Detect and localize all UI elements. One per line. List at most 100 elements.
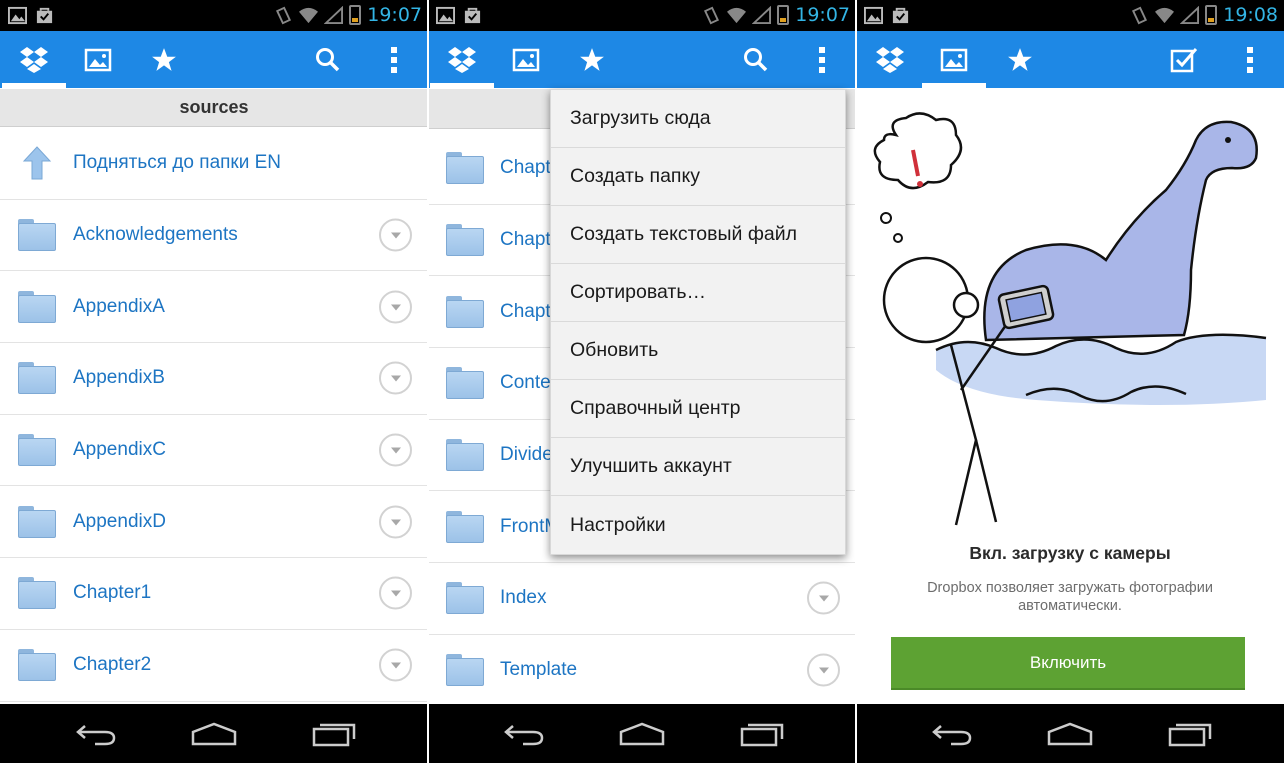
menu-item-help-center[interactable]: Справочный центр [551,380,845,438]
overflow-menu: Загрузить сюда Создать папку Создать тек… [550,89,846,555]
home-icon [191,722,237,746]
bag-notification-icon [36,7,53,24]
folder-icon [18,219,56,252]
action-bar [0,31,428,88]
enable-camera-upload-button[interactable]: Включить [891,637,1245,690]
overflow-menu-icon [391,46,397,73]
list-item[interactable]: AppendixA [0,271,428,344]
photos-icon [84,48,112,71]
menu-item-upgrade-account[interactable]: Улучшить аккаунт [551,438,845,496]
chevron-down-icon[interactable] [379,505,412,539]
tab-dropbox[interactable] [430,31,494,88]
home-button[interactable] [1040,714,1100,754]
chevron-down-icon[interactable] [379,290,412,324]
folder-name: Index [500,587,547,609]
tab-photos[interactable] [66,31,130,88]
recent-apps-button[interactable] [732,714,792,754]
overflow-menu-button[interactable] [1218,31,1282,88]
recent-apps-button[interactable] [1160,714,1220,754]
folder-name: Chapt [500,157,551,179]
menu-item-create-folder[interactable]: Создать папку [551,148,845,206]
folder-name: AppendixC [73,439,166,461]
folder-icon [446,295,484,328]
folder-name: Acknowledgements [73,224,238,246]
back-icon [504,725,544,746]
tab-favorites[interactable] [560,31,624,88]
list-item[interactable]: AppendixB [0,343,428,415]
overflow-menu-icon [819,46,825,73]
bag-notification-icon [892,7,909,24]
home-button[interactable] [612,714,672,754]
tab-dropbox[interactable] [2,31,66,88]
chevron-down-icon[interactable] [807,653,840,687]
dropbox-icon [876,46,904,73]
folder-name: AppendixA [73,295,165,317]
action-bar [856,31,1284,88]
signal-icon [752,5,772,24]
tab-favorites[interactable] [988,31,1052,88]
tab-photos[interactable] [494,31,558,88]
back-button[interactable] [922,714,982,754]
gallery-notification-icon [436,6,455,25]
home-icon [619,722,665,746]
battery-icon [349,5,362,25]
list-item[interactable]: Template [428,635,856,707]
folder-icon [18,577,56,610]
chevron-down-icon[interactable] [379,218,412,252]
back-button[interactable] [494,714,554,754]
chevron-down-icon[interactable] [379,433,412,467]
tab-photos[interactable] [922,31,986,88]
folder-icon [446,510,484,543]
menu-item-settings[interactable]: Настройки [551,496,845,554]
folder-name: AppendixB [73,367,165,389]
status-bar: 19:08 [856,0,1284,31]
search-icon [744,47,768,71]
file-list: Подняться до папки EN Acknowledgements A… [0,128,428,702]
favorites-star-icon [580,47,604,71]
menu-item-upload-here[interactable]: Загрузить сюда [551,90,845,148]
list-item[interactable]: AppendixD [0,486,428,559]
overflow-menu-button[interactable] [362,31,426,88]
home-button[interactable] [184,714,244,754]
folder-icon [446,367,484,400]
search-button[interactable] [724,31,788,88]
photos-icon [512,48,540,71]
signal-icon [324,5,344,24]
up-folder-row[interactable]: Подняться до папки EN [0,128,428,200]
select-button[interactable] [1152,31,1216,88]
navigation-bar [428,704,856,763]
chevron-down-icon[interactable] [807,581,840,615]
folder-icon [18,434,56,467]
list-item[interactable]: Chapter1 [0,558,428,630]
tab-dropbox[interactable] [858,31,922,88]
search-button[interactable] [296,31,360,88]
files-screen: 19:07 sources Подняться до папки EN Ackn… [0,0,428,763]
chevron-down-icon[interactable] [379,361,412,395]
folder-name: Chapter1 [73,582,152,604]
folder-name: AppendixD [73,510,166,532]
chevron-down-icon[interactable] [379,648,412,682]
list-item[interactable]: AppendixC [0,415,428,487]
menu-item-create-text-file[interactable]: Создать текстовый файл [551,206,845,264]
list-item[interactable]: Chapter2 [0,630,428,702]
dropbox-icon [20,46,48,73]
gallery-notification-icon [864,6,883,25]
menu-item-sort[interactable]: Сортировать… [551,264,845,322]
folder-icon [446,582,484,615]
recent-apps-button[interactable] [304,714,364,754]
overflow-menu-button[interactable] [790,31,854,88]
wifi-icon [299,7,319,23]
tab-favorites[interactable] [132,31,196,88]
menu-item-refresh[interactable]: Обновить [551,322,845,380]
screen-divider [855,0,857,763]
folder-name: Divide [500,444,553,466]
folder-icon [446,152,484,185]
gallery-notification-icon [8,6,27,25]
back-button[interactable] [66,714,126,754]
recent-apps-icon [1168,723,1212,747]
list-item[interactable]: Index [428,563,856,635]
search-icon [316,47,340,71]
list-item[interactable]: Acknowledgements [0,200,428,272]
up-arrow-icon [22,146,52,180]
chevron-down-icon[interactable] [379,576,412,610]
